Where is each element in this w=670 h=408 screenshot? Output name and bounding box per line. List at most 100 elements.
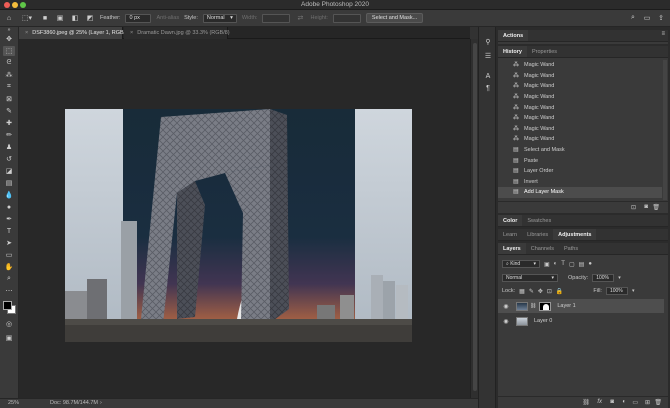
layer-mask-thumbnail[interactable]	[539, 301, 552, 311]
move-tool-icon[interactable]: ✥	[3, 34, 15, 44]
tab-dramatic-dawn[interactable]: × Dramatic Dawn.jpg @ 33.3% (RGB/8)	[124, 27, 230, 39]
pen-tool-icon[interactable]: ✒	[3, 214, 15, 224]
filter-smart-object-icon[interactable]: ▤	[579, 261, 585, 268]
history-panel-icon[interactable]: ⚲	[483, 37, 493, 47]
path-selection-tool-icon[interactable]: ➤	[3, 238, 15, 248]
layer-row-layer-1[interactable]: ◉ ⛓ Layer 1	[498, 299, 664, 313]
tab-swatches[interactable]: Swatches	[522, 215, 556, 226]
tab-actions[interactable]: Actions	[498, 30, 529, 41]
status-menu-icon[interactable]: ›	[100, 400, 102, 406]
chevron-down-icon[interactable]: ▾	[618, 275, 621, 281]
collapse-toolbar-icon[interactable]: »	[3, 27, 15, 33]
tab-dsf3860[interactable]: × DSF3860.jpeg @ 25% (Layer 1, RGB/8) *	[19, 27, 134, 39]
snapshot-camera-icon[interactable]: ◙	[644, 204, 648, 210]
lasso-tool-icon[interactable]: ᘓ	[3, 58, 15, 68]
intersect-selection-icon[interactable]: ◩	[85, 13, 95, 23]
lock-transparent-icon[interactable]: ▦	[519, 288, 525, 295]
blend-mode-select[interactable]: Normal ▾	[502, 274, 558, 282]
document-canvas[interactable]	[19, 39, 470, 398]
history-item[interactable]: ⁂ Magic Wand	[498, 60, 662, 71]
clone-stamp-tool-icon[interactable]: ♟	[3, 142, 15, 152]
layer-name[interactable]: Layer 1	[557, 303, 575, 309]
dodge-tool-icon[interactable]: ●	[3, 202, 15, 212]
crop-tool-icon[interactable]: ⌗	[3, 82, 15, 92]
width-input[interactable]	[262, 13, 291, 23]
scrollbar-thumb[interactable]	[473, 43, 477, 391]
tab-properties[interactable]: Properties	[527, 46, 562, 57]
style-select[interactable]: Normal ▾	[202, 13, 237, 23]
close-tab-icon[interactable]: ×	[25, 30, 28, 36]
history-item[interactable]: ▤ Select and Mask	[498, 145, 662, 156]
lock-position-icon[interactable]: ✥	[538, 288, 543, 295]
link-layers-icon[interactable]: ⛓	[582, 399, 590, 406]
canvas-vertical-scrollbar[interactable]	[470, 39, 478, 398]
history-item[interactable]: ⁂ Magic Wand	[498, 113, 662, 124]
tab-history[interactable]: History	[498, 46, 527, 57]
history-item[interactable]: ▤ Paste	[498, 155, 662, 166]
trash-icon[interactable]: 🗑	[652, 204, 660, 211]
close-tab-icon[interactable]: ×	[130, 30, 133, 36]
share-icon[interactable]: ⇪	[657, 14, 665, 22]
history-item[interactable]: ⁂ Magic Wand	[498, 92, 662, 103]
layer-name[interactable]: Layer 0	[534, 318, 552, 324]
trash-icon[interactable]: 🗑	[654, 399, 662, 406]
select-and-mask-button[interactable]: Select and Mask...	[365, 13, 424, 23]
swap-dimensions-icon[interactable]: ⇄	[295, 13, 305, 23]
chain-link-icon[interactable]: ⛓	[530, 303, 536, 309]
history-item[interactable]: ⁂ Magic Wand	[498, 102, 662, 113]
history-item[interactable]: ▤ Invert	[498, 177, 662, 188]
search-icon[interactable]: ⌕	[629, 14, 637, 22]
history-item[interactable]: ⁂ Magic Wand	[498, 124, 662, 135]
chevron-down-icon[interactable]: ▾	[632, 288, 635, 294]
lock-artboard-icon[interactable]: ⊡	[547, 288, 552, 295]
visibility-eye-icon[interactable]: ◉	[501, 318, 511, 325]
history-item[interactable]: ▤ Layer Order	[498, 166, 662, 177]
zoom-level[interactable]: 25%	[8, 400, 19, 406]
filter-pixel-icon[interactable]: ▣	[544, 261, 550, 268]
history-item-selected[interactable]: ▤ Add Layer Mask	[498, 187, 662, 198]
tab-adjustments[interactable]: Adjustments	[553, 229, 597, 240]
history-item[interactable]: ⁂ Magic Wand	[498, 134, 662, 145]
actions-panel-icon[interactable]: ☰	[483, 51, 493, 61]
fill-input[interactable]: 100%	[605, 287, 628, 295]
new-layer-icon[interactable]: ⊞	[645, 399, 650, 406]
filter-shape-icon[interactable]: ▢	[569, 261, 575, 268]
tab-layers[interactable]: Layers	[498, 243, 526, 254]
healing-brush-tool-icon[interactable]: ✚	[3, 118, 15, 128]
zoom-tool-icon[interactable]: ⌕	[3, 274, 15, 284]
history-brush-tool-icon[interactable]: ↺	[3, 154, 15, 164]
screen-mode-icon[interactable]: ▣	[3, 333, 15, 343]
tab-color[interactable]: Color	[498, 215, 523, 226]
eyedropper-tool-icon[interactable]: ✎	[3, 106, 15, 116]
paragraph-panel-icon[interactable]: ¶	[483, 83, 493, 93]
filter-type-icon[interactable]: T	[561, 261, 565, 267]
add-mask-icon[interactable]: ◙	[610, 399, 614, 405]
history-item[interactable]: ⁂ Magic Wand	[498, 71, 662, 82]
feather-input[interactable]: 0 px	[125, 13, 152, 23]
marquee-tool-icon[interactable]: ⬚	[3, 46, 15, 56]
marquee-options-icon[interactable]: ⬚▾	[19, 13, 35, 23]
brush-tool-icon[interactable]: ✏	[3, 130, 15, 140]
lock-all-icon[interactable]: 🔒	[556, 288, 563, 295]
character-panel-icon[interactable]: A	[483, 71, 493, 81]
workspace-icon[interactable]: ▭	[643, 14, 651, 22]
tab-libraries[interactable]: Libraries	[522, 229, 553, 240]
lock-image-icon[interactable]: ✎	[529, 288, 534, 295]
gradient-tool-icon[interactable]: ▤	[3, 178, 15, 188]
frame-tool-icon[interactable]: ⊠	[3, 94, 15, 104]
panel-menu-icon[interactable]: ≡	[661, 31, 665, 37]
new-group-icon[interactable]: ▭	[632, 399, 638, 406]
new-selection-icon[interactable]: ■	[40, 13, 50, 23]
filter-toggle-icon[interactable]: ●	[588, 261, 592, 267]
type-tool-icon[interactable]: T	[3, 226, 15, 236]
layer-style-icon[interactable]: fx	[597, 399, 602, 405]
hand-tool-icon[interactable]: ✋	[3, 262, 15, 272]
tab-learn[interactable]: Learn	[498, 229, 522, 240]
layer-kind-select[interactable]: ⌕ Kind ▾	[502, 260, 540, 268]
layer-row-layer-0[interactable]: ◉ Layer 0	[498, 314, 664, 328]
visibility-eye-icon[interactable]: ◉	[501, 303, 511, 310]
adjustment-layer-icon[interactable]: ◐	[622, 399, 626, 405]
blur-tool-icon[interactable]: 💧	[3, 190, 15, 200]
eraser-tool-icon[interactable]: ◪	[3, 166, 15, 176]
new-document-from-state-icon[interactable]: ⊡	[631, 204, 636, 211]
